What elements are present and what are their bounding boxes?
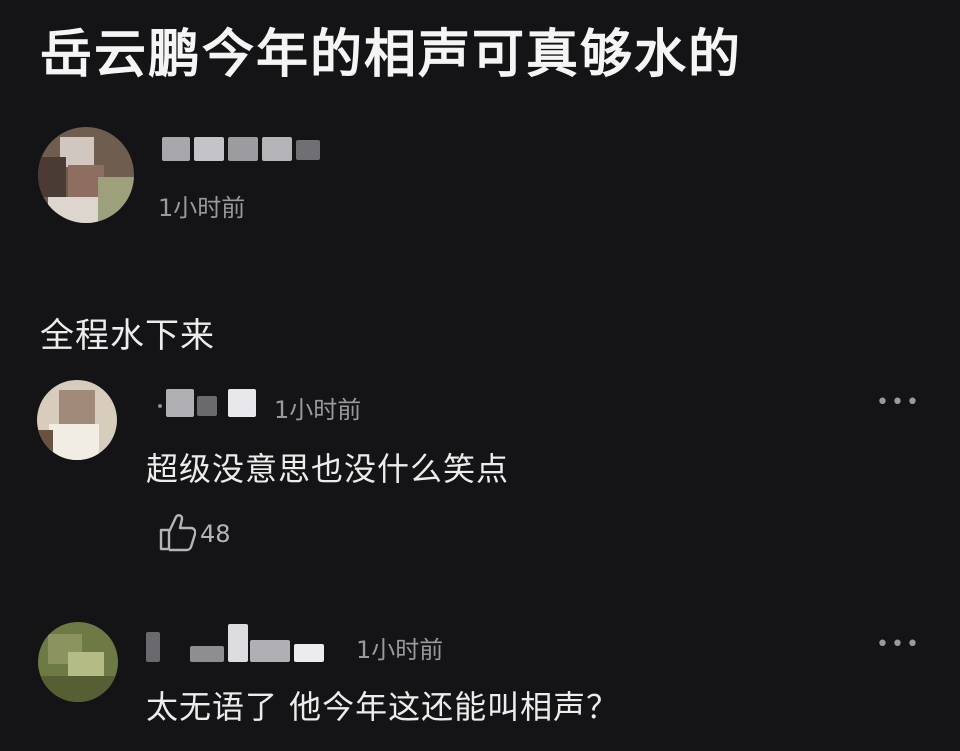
reply-2-more-button[interactable]: ••• [876,632,921,657]
reply-1-timestamp: 1小时前 [274,396,362,424]
reply-2-avatar[interactable] [38,622,118,702]
reply-1-text: 超级没意思也没什么笑点 [146,450,510,488]
reply-2-text: 太无语了 他今年这还能叫相声？ [146,688,620,726]
reply-1-like-count: 48 [200,520,231,548]
reply-1-avatar[interactable] [37,380,117,460]
thumbs-up-icon [158,512,197,556]
reply-1-more-button[interactable]: ••• [876,390,921,415]
reply-1-like-button[interactable]: 48 [158,512,231,556]
main-comment-text: 全程水下来 [40,316,215,356]
main-commenter-avatar[interactable] [38,127,134,223]
reply-2-timestamp: 1小时前 [356,636,444,664]
headline-title: 岳云鹏今年的相声可真够水的 [40,25,743,85]
main-comment-timestamp: 1小时前 [158,194,246,222]
